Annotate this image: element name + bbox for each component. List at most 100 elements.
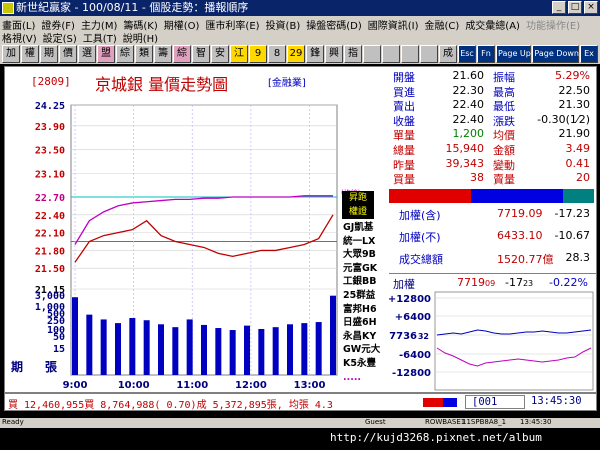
broker-item[interactable]: 富邦H6 (343, 303, 380, 317)
toolbar-button[interactable]: Page Up (496, 45, 532, 63)
toolbar-button[interactable]: 29 (287, 45, 305, 63)
page-indicator[interactable]: [001 (465, 395, 525, 409)
close-button[interactable]: × (584, 1, 598, 14)
menu-item[interactable]: 籌碼(K) (123, 17, 157, 32)
menu-item[interactable]: 操盤密碼(D) (306, 17, 362, 32)
toolbar-button[interactable]: 選 (78, 45, 96, 63)
volume-bar (86, 314, 93, 375)
quote-label: 單量 (393, 129, 415, 143)
menu-item[interactable]: 期權(O) (164, 17, 200, 32)
menu-item[interactable]: 主力(M) (81, 17, 117, 32)
main-panel: [2809] 京城銀 量價走勢圖 [金融業] 24.25 23.90 23.50 23… (4, 66, 597, 393)
toolbar-button[interactable]: 興 (325, 45, 343, 63)
menu-item[interactable]: 畫面(L) (2, 17, 35, 32)
quote-value: 22.40 (452, 112, 485, 126)
mini-value: 771909 (457, 276, 495, 289)
menu-item[interactable]: 格視(V) (2, 30, 37, 45)
volume-bar (158, 324, 164, 375)
menu-item[interactable]: 說明(H) (123, 30, 158, 45)
price-tick-label: 23.50 (35, 146, 65, 157)
time-tick-label: 12:00 (235, 380, 267, 391)
index-row: 加權(不) 6433.10 -10.67 (389, 227, 596, 247)
index-change: -10.67 (554, 229, 590, 242)
quote-label: 最低 (493, 100, 515, 114)
toolbar-button[interactable]: 指 (344, 45, 362, 63)
bid-ask-bar-blue (471, 189, 564, 203)
toolbar-button[interactable]: 綜 (173, 45, 191, 63)
toolbar-button[interactable] (363, 45, 381, 63)
mini-tick-label: +6400 (395, 312, 431, 323)
menu-item[interactable]: 工具(T) (83, 30, 117, 45)
time-tick-label: 11:00 (176, 380, 208, 391)
toolbar-button[interactable]: Esc (458, 45, 476, 63)
broker-item[interactable]: 永昌KY (343, 330, 380, 344)
menu-item[interactable]: 匯市利率(E) (205, 17, 259, 32)
volume-bar (143, 320, 150, 375)
toolbar-button[interactable]: 江 (230, 45, 248, 63)
toolbar-button[interactable]: 價 (59, 45, 77, 63)
toolbar-button[interactable]: 綜 (116, 45, 134, 63)
toolbar-button[interactable]: 類 (135, 45, 153, 63)
toolbar-button[interactable]: 成 (439, 45, 457, 63)
index-value: 6433.10 (497, 229, 543, 242)
toolbar-button[interactable]: Fn (477, 45, 495, 63)
broker-item[interactable]: 25群益 (343, 289, 380, 303)
window-titlebar: 新世紀贏家 - 100/08/11 - 個股走勢：播報順序 _ □ × (0, 0, 600, 16)
toolbar-button[interactable]: Page Down (532, 45, 579, 63)
price-tick-label: 23.90 (35, 122, 65, 133)
toolbar-button[interactable]: Ex (580, 45, 598, 63)
quote-row: 開盤 21.60 振幅 5.29% (389, 69, 596, 84)
toolbar-button[interactable] (382, 45, 400, 63)
quote-label: 均價 (493, 129, 515, 143)
broker-item[interactable]: ..... (343, 371, 380, 385)
window-statusbar: Ready Guest ROWBASE1 11SPB8A8_1 13:45:30 (0, 418, 600, 428)
price-volume-chart: 24.25 23.90 23.50 23.10 22.70 22.40 22.10 21.80… (5, 97, 388, 394)
toolbar-button[interactable]: 鋒 (306, 45, 324, 63)
quote-value: 3.49 (565, 142, 591, 155)
menu-item[interactable]: 證券(F) (41, 17, 75, 32)
quote-label: 金額 (493, 144, 515, 157)
toolbar-button[interactable]: 智 (192, 45, 210, 63)
toolbar-button[interactable]: 權 (21, 45, 39, 63)
broker-item[interactable]: 工銀BB (343, 275, 380, 289)
volume-bar (201, 324, 207, 375)
price-tick-label: 23.10 (35, 169, 65, 180)
quote-row: 昨量 39,343 變動 0.41 (389, 157, 596, 172)
broker-item[interactable]: GW元大 (343, 343, 380, 357)
broker-item[interactable]: 統一LX (343, 235, 380, 249)
broker-item[interactable]: K5永豐 (343, 357, 380, 371)
menu-item[interactable]: 國際資訊(I) (368, 17, 419, 32)
menu-item[interactable]: 設定(S) (43, 30, 77, 45)
toolbar-button[interactable]: 籌 (154, 45, 172, 63)
menu-item[interactable]: 金融(C) (425, 17, 460, 32)
volume-bar (244, 325, 250, 375)
minimize-button[interactable]: _ (552, 1, 566, 14)
quote-value: 22.50 (558, 83, 591, 97)
menu-item[interactable]: 投資(B) (266, 17, 301, 32)
volume-bar (258, 328, 265, 375)
toolbar-button[interactable]: 加 (2, 45, 20, 63)
broker-item[interactable]: 大眾9B (343, 248, 380, 262)
toolbar-button[interactable]: 期 (40, 45, 58, 63)
toolbar-button[interactable] (420, 45, 438, 63)
sidebutton-1[interactable]: 昇跑 (342, 191, 374, 205)
quote-label: 變動 (493, 158, 515, 172)
quote-table: 開盤 21.60 振幅 5.29% 買進 22.30 最高 22.50 賣出 22.40 最低 21.… (389, 67, 596, 187)
window-controls: _ □ × (552, 1, 598, 14)
broker-item[interactable]: 元富GK (343, 262, 380, 276)
maximize-button[interactable]: □ (568, 1, 582, 14)
mini-tick-label: +12800 (389, 294, 431, 305)
toolbar-button[interactable]: 安 (211, 45, 229, 63)
menu-item[interactable]: 功能操作(E) (526, 17, 580, 32)
toolbar: 加權期價選盟綜類籌綜智安江 9 8 29 鋒興指成 Esc Fn Page Up Page Do… (0, 44, 600, 64)
sidebutton-2[interactable]: 權證 (342, 205, 374, 219)
broker-item[interactable]: 日盛6H (343, 316, 380, 330)
menu-item[interactable]: 成交彙總(A) (465, 17, 520, 32)
time-tick-label: 9:00 (63, 380, 88, 391)
broker-item[interactable]: GJ凱基 (343, 221, 380, 235)
toolbar-button[interactable] (401, 45, 419, 63)
quote-row: 收盤 22.40 漲跌 -0.30(1⁄2) (389, 112, 596, 128)
toolbar-button[interactable]: 8 (268, 45, 286, 63)
toolbar-button[interactable]: 盟 (97, 45, 115, 63)
toolbar-button[interactable]: 9 (249, 45, 267, 63)
